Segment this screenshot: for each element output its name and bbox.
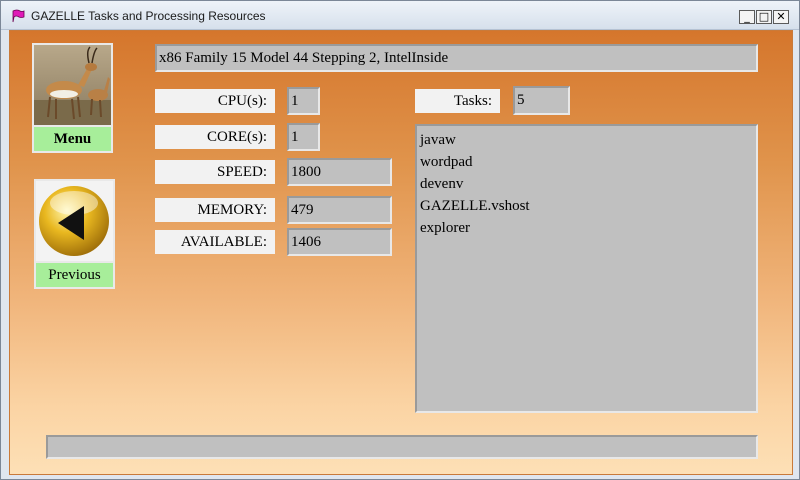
menu-label: Menu — [34, 127, 111, 151]
list-item[interactable]: devenv — [420, 173, 753, 195]
minimize-button[interactable]: _ — [739, 10, 755, 24]
gazelle-image — [34, 45, 111, 125]
tasks-label: Tasks: — [415, 89, 500, 113]
tasks-count-field: 5 — [513, 86, 570, 115]
cores-field: 1 — [287, 123, 320, 151]
speed-label: SPEED: — [155, 160, 275, 184]
memory-label: MEMORY: — [155, 198, 275, 222]
memory-field: 479 — [287, 196, 392, 224]
app-icon — [12, 9, 25, 23]
cpus-field: 1 — [287, 87, 320, 115]
app-window: GAZELLE Tasks and Processing Resources _… — [0, 0, 800, 480]
cpu-description-field: x86 Family 15 Model 44 Stepping 2, Intel… — [155, 44, 758, 72]
previous-label: Previous — [36, 263, 113, 287]
menu-button[interactable]: Menu — [32, 43, 113, 153]
cpus-label: CPU(s): — [155, 89, 275, 113]
speed-field: 1800 — [287, 158, 392, 186]
list-item[interactable]: wordpad — [420, 151, 753, 173]
task-list[interactable]: javaw wordpad devenv GAZELLE.vshost expl… — [415, 124, 758, 413]
window-title: GAZELLE Tasks and Processing Resources — [31, 9, 266, 23]
previous-button[interactable]: Previous — [34, 179, 115, 289]
title-bar[interactable]: GAZELLE Tasks and Processing Resources _… — [1, 1, 799, 30]
available-label: AVAILABLE: — [155, 230, 275, 254]
list-item[interactable]: explorer — [420, 217, 753, 239]
close-button[interactable]: ✕ — [773, 10, 789, 24]
cores-label: CORE(s): — [155, 125, 275, 149]
main-panel: Menu Previous x86 Family 15 Model 44 Ste… — [9, 30, 793, 475]
list-item[interactable]: javaw — [420, 129, 753, 151]
back-arrow-icon — [36, 181, 113, 261]
available-field: 1406 — [287, 228, 392, 256]
list-item[interactable]: GAZELLE.vshost — [420, 195, 753, 217]
maximize-button[interactable]: □ — [756, 10, 772, 24]
status-bar — [46, 435, 758, 459]
